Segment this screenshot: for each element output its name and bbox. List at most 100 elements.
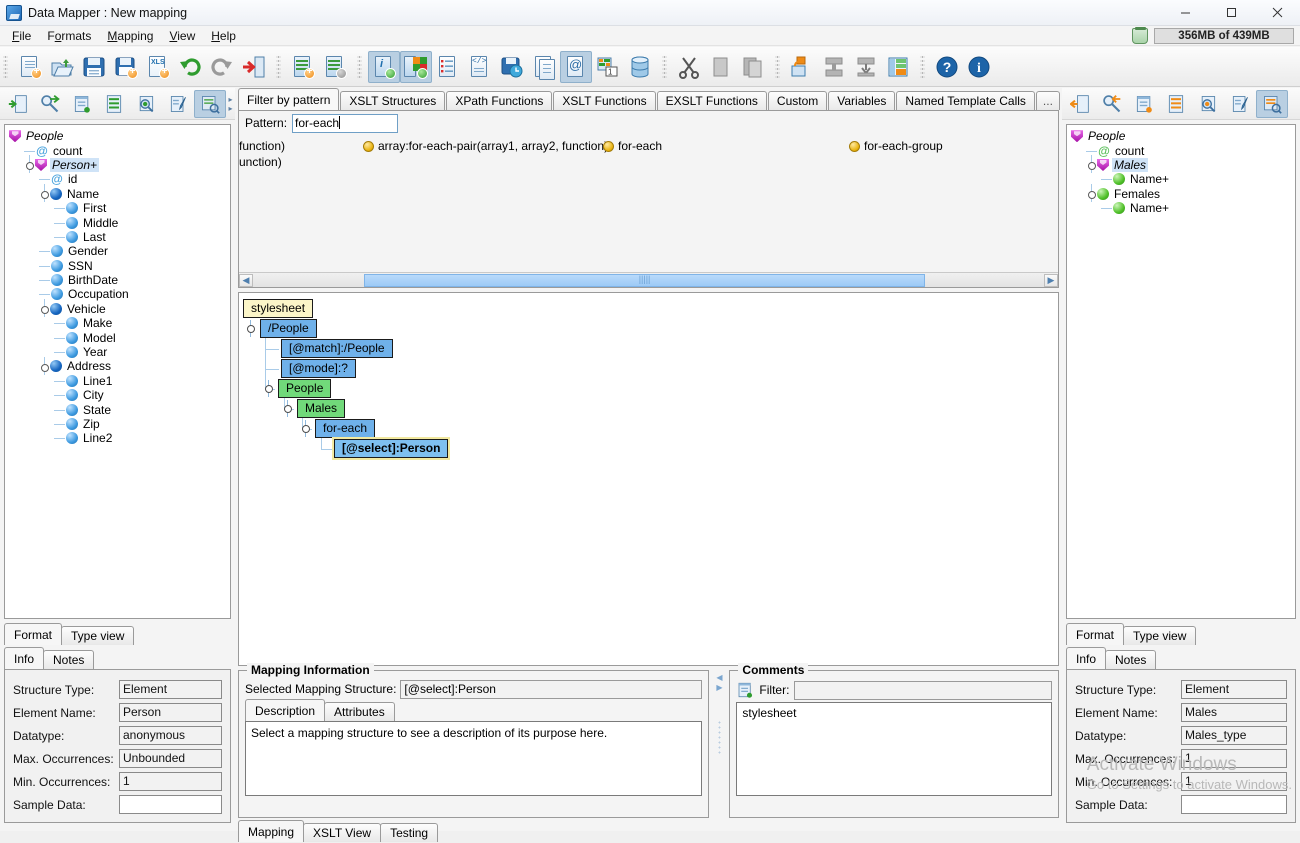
mapping-node[interactable]: for-each	[315, 419, 376, 438]
mapping-node-expander[interactable]	[300, 420, 311, 437]
workspace-tab-testing[interactable]: Testing	[380, 823, 439, 842]
save-as-button[interactable]	[110, 51, 142, 83]
find-source-button[interactable]	[34, 90, 66, 118]
mapping-node[interactable]: [@mode]:?	[281, 359, 356, 378]
target-tree-row[interactable]: @ count	[1071, 143, 1295, 158]
center-tab-xpath-functions[interactable]: XPath Functions	[446, 91, 553, 110]
center-tab-exslt-functions[interactable]: EXSLT Functions	[656, 91, 767, 110]
comments-content[interactable]: stylesheet	[736, 702, 1052, 796]
mapping-node[interactable]: stylesheet	[243, 299, 314, 318]
source-tree-row[interactable]: Vehicle	[9, 299, 230, 318]
save-button[interactable]	[78, 51, 110, 83]
toolbar-grip[interactable]	[662, 53, 667, 80]
tree-expander[interactable]	[39, 356, 50, 375]
workspace-tab-xslt-view[interactable]: XSLT View	[303, 823, 382, 842]
source-info-field-value[interactable]: Person	[119, 703, 222, 722]
source-tree-row[interactable]: Line1	[9, 374, 230, 388]
center-tab-xslt-functions[interactable]: XSLT Functions	[553, 91, 656, 110]
source-tree-row[interactable]: Zip	[9, 417, 230, 431]
center-tab-variables[interactable]: Variables	[828, 91, 896, 110]
show-properties-button[interactable]	[432, 51, 464, 83]
source-tree-row[interactable]: People	[9, 129, 230, 143]
source-tree-row[interactable]: City	[9, 388, 230, 402]
tree-expander[interactable]	[1086, 184, 1097, 203]
load-target-button[interactable]	[1064, 90, 1096, 118]
target-preview-button[interactable]	[1192, 90, 1224, 118]
tree-expander[interactable]	[39, 299, 50, 318]
splitter-grip[interactable]	[717, 720, 721, 756]
source-tree-row[interactable]: SSN	[9, 259, 230, 273]
source-tree-row[interactable]: Line2	[9, 431, 230, 445]
email-button[interactable]: @	[560, 50, 592, 83]
source-info-field-value[interactable]: Unbounded	[119, 749, 222, 768]
function-list-hscrollbar[interactable]: ◀ ▶	[239, 272, 1058, 287]
center-tab-filter-by-pattern[interactable]: Filter by pattern	[238, 88, 340, 110]
database-button[interactable]	[624, 51, 656, 83]
comments-filter-input[interactable]	[794, 680, 1052, 700]
center-tab-custom[interactable]: Custom	[767, 91, 828, 110]
target-info-field-value[interactable]	[1181, 795, 1287, 814]
target-edit-button[interactable]	[1224, 90, 1256, 118]
tree-expander[interactable]	[24, 155, 35, 174]
mapping-node[interactable]: /People	[260, 319, 317, 338]
function-result-item[interactable]: function)	[239, 139, 285, 153]
target-sample-button[interactable]	[1256, 89, 1288, 118]
splitter-handle[interactable]: ◀ ▶	[715, 670, 723, 818]
source-tree-row[interactable]: Name	[9, 184, 230, 203]
cut-button[interactable]	[673, 51, 705, 83]
pattern-input[interactable]: for-each	[292, 113, 399, 133]
source-info-field-value[interactable]: anonymous	[119, 726, 222, 745]
view-source-button[interactable]: </>	[464, 51, 496, 83]
source-tree-row[interactable]: Make	[9, 316, 230, 330]
align-bottom-button[interactable]	[850, 51, 882, 83]
source-preview-button[interactable]	[130, 90, 162, 118]
exit-button[interactable]	[238, 51, 270, 83]
target-info-field-value[interactable]: Males_type	[1181, 726, 1287, 745]
maximize-button[interactable]	[1208, 0, 1254, 26]
source-tree-row[interactable]: First	[9, 201, 230, 215]
target-view-tab-type-view[interactable]: Type view	[1123, 626, 1197, 645]
source-edit-button[interactable]	[162, 90, 194, 118]
source-tree-row[interactable]: Gender	[9, 244, 230, 258]
description-tab-attributes[interactable]: Attributes	[324, 702, 395, 721]
paste-button[interactable]	[737, 51, 769, 83]
source-tree-row[interactable]: Occupation	[9, 287, 230, 301]
mapping-node[interactable]: [@select]:Person	[331, 437, 451, 460]
menu-view[interactable]: View	[161, 27, 203, 45]
find-target-button[interactable]	[1096, 90, 1128, 118]
document-button[interactable]	[528, 51, 560, 83]
layout-columns-button[interactable]	[882, 51, 914, 83]
copy-button[interactable]	[705, 51, 737, 83]
hscroll-track[interactable]	[253, 273, 1044, 287]
hscroll-thumb[interactable]	[363, 273, 926, 287]
menu-formats[interactable]: Formats	[39, 27, 99, 45]
toolbar-grip[interactable]	[357, 53, 362, 80]
minimize-button[interactable]	[1162, 0, 1208, 26]
hscroll-right-arrow[interactable]: ▶	[1044, 273, 1058, 287]
source-sample-button[interactable]	[194, 89, 226, 118]
source-view-tab-type-view[interactable]: Type view	[61, 626, 135, 645]
target-notes-button[interactable]	[1128, 90, 1160, 118]
source-info-field-value[interactable]: Element	[119, 680, 222, 699]
description-text-area[interactable]: Select a mapping structure to see a desc…	[245, 721, 703, 796]
source-tree-row[interactable]: Model	[9, 330, 230, 345]
target-view-tab-format[interactable]: Format	[1066, 623, 1125, 645]
load-source-button[interactable]	[2, 90, 34, 118]
mapping-canvas[interactable]: stylesheet/People [@match]:/People [@mode]…	[238, 292, 1059, 666]
source-format-button[interactable]: i	[368, 50, 400, 83]
redo-button[interactable]	[206, 51, 238, 83]
center-tab-named-template-calls[interactable]: Named Template Calls	[896, 91, 1035, 110]
center-tab-[interactable]: ...	[1035, 91, 1060, 110]
mapping-node[interactable]: [@match]:/People	[281, 339, 393, 358]
source-tree-row[interactable]: BirthDate	[9, 273, 230, 287]
target-tree-row[interactable]: Name+	[1071, 172, 1295, 186]
splitter-collapse-left-icon[interactable]: ◀	[716, 674, 722, 682]
toolbar-grip[interactable]	[775, 53, 780, 80]
hscroll-left-arrow[interactable]: ◀	[239, 273, 253, 287]
source-info-field-value[interactable]: 1	[119, 772, 222, 791]
close-button[interactable]	[1254, 0, 1300, 26]
source-list-button[interactable]	[98, 90, 130, 118]
tree-expander[interactable]	[39, 184, 50, 203]
workspace-tab-mapping[interactable]: Mapping	[238, 820, 305, 842]
function-result-item[interactable]: array:for-each-pair(array1, array2, func…	[363, 139, 608, 153]
